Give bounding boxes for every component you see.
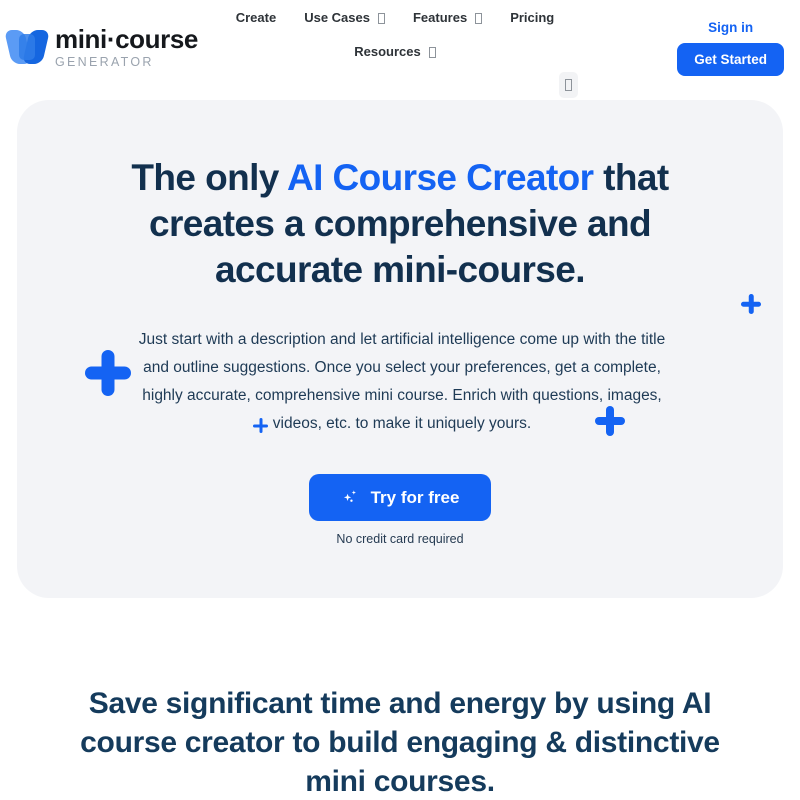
nav-item-use-cases[interactable]: Use Cases (304, 8, 385, 28)
minicourse-butterfly-logo-icon (4, 30, 50, 65)
decorative-plus-icon (741, 294, 761, 314)
nav-item-label: Create (235, 10, 277, 25)
nav-item-create[interactable]: Create (236, 8, 276, 28)
get-started-button[interactable]: Get Started (677, 43, 784, 76)
try-for-free-button[interactable]: Try for free (308, 474, 492, 521)
hero-title-part1: The only (131, 157, 288, 198)
try-for-free-label: Try for free (370, 488, 460, 507)
decorative-plus-icon (85, 350, 131, 396)
no-credit-card-note: No credit card required (336, 532, 464, 546)
nav-item-label: Features (412, 10, 468, 25)
nav-item-resources[interactable]: Resources (354, 42, 436, 62)
hero-subtitle: Just start with a description and let ar… (138, 331, 666, 432)
section-heading: Save significant time and energy by usin… (80, 687, 720, 798)
brand-logo-link[interactable]: mini·course GENERATOR (4, 24, 198, 69)
sign-in-link[interactable]: Sign in (708, 20, 753, 35)
nav-item-pricing[interactable]: Pricing (510, 8, 554, 28)
hero-title: The only AI Course Creator that creates … (97, 155, 703, 293)
chevron-down-icon (377, 12, 385, 24)
brand-title: mini·course (55, 24, 198, 54)
nav-item-features[interactable]: Features (412, 8, 483, 28)
header-actions: Sign in Get Started (677, 20, 784, 76)
primary-navigation: Create Use Cases Features Pricing Resour… (215, 8, 575, 62)
site-header: mini·course GENERATOR Create Use Cases F… (0, 0, 800, 100)
missing-glyph-icon (565, 79, 572, 91)
nav-item-label: Use Cases (304, 10, 370, 25)
hero-card: The only AI Course Creator that creates … (17, 100, 783, 598)
language-selector-chip[interactable] (559, 72, 578, 98)
nav-item-label: Resources (354, 44, 421, 59)
nav-item-label: Pricing (510, 10, 555, 25)
chevron-down-icon (428, 46, 436, 58)
chevron-down-icon (475, 12, 483, 24)
brand-subtitle: GENERATOR (55, 55, 154, 69)
hero-cta-group: Try for free No credit card required (17, 474, 783, 546)
hero-title-accent: AI Course Creator (287, 157, 594, 198)
sparkles-icon (343, 490, 356, 502)
